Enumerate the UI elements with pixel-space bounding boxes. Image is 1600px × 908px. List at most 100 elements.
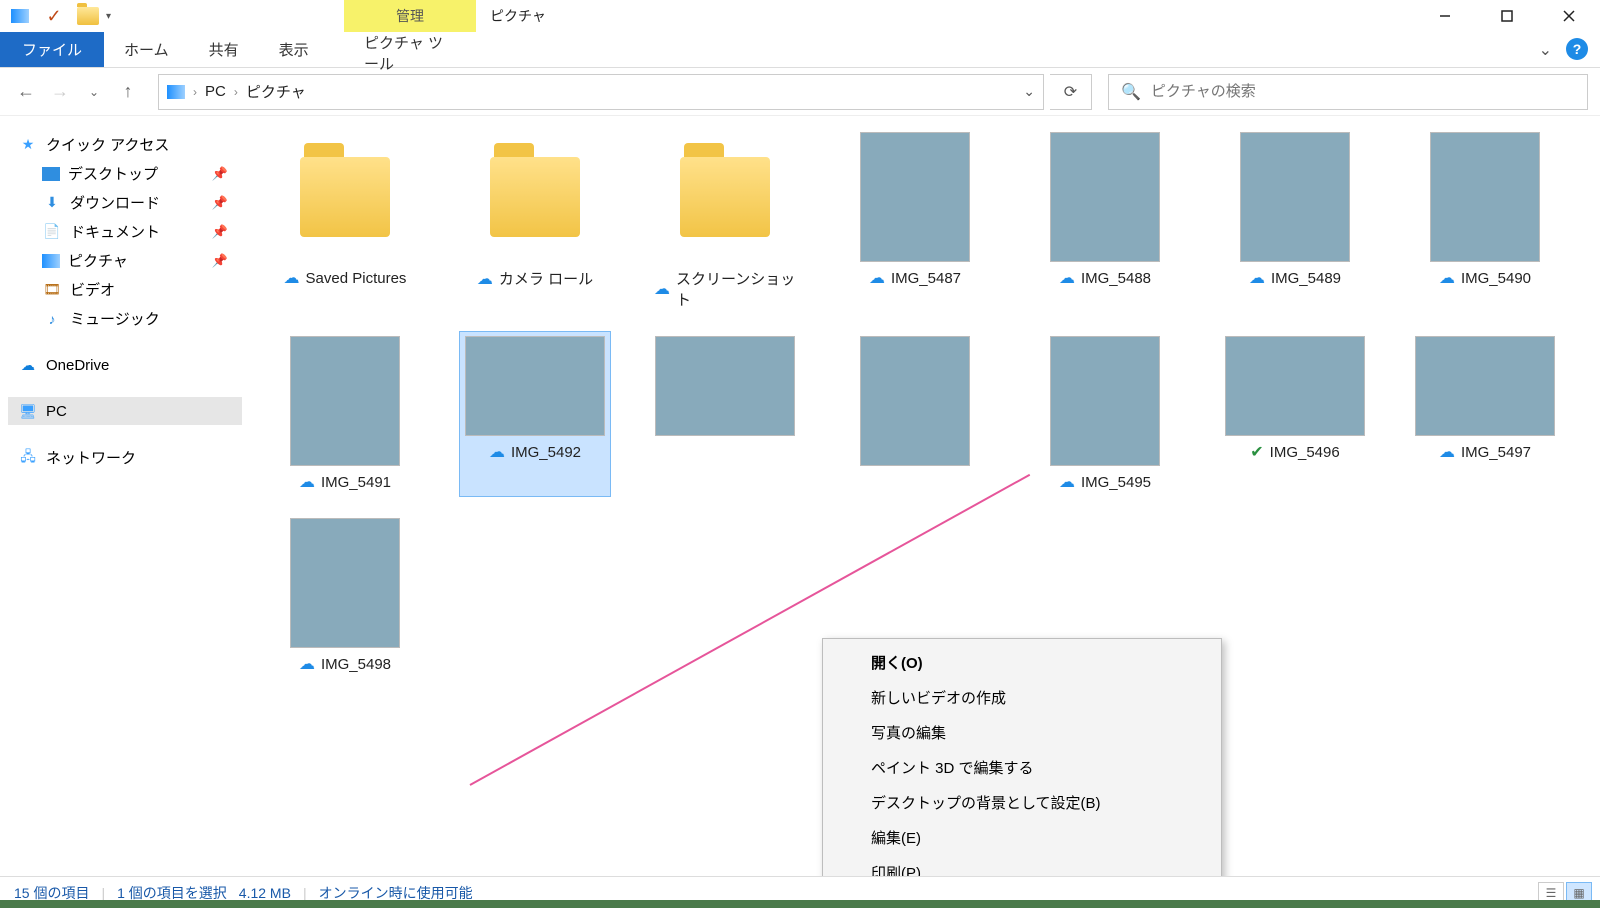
ribbon-tabs: ファイル ホーム 共有 表示 ピクチャ ツール ⌄ ? xyxy=(0,32,1600,68)
tab-view[interactable]: 表示 xyxy=(259,32,329,67)
sidebar-network[interactable]: 🖧ネットワーク xyxy=(8,443,242,472)
image-item[interactable]: ☁ IMG_5492 xyxy=(460,332,610,496)
image-item[interactable]: ☁ IMG_5497 xyxy=(1410,332,1560,496)
sidebar-videos[interactable]: 🎞ビデオ xyxy=(8,275,242,304)
sidebar-label: ミュージック xyxy=(70,308,160,329)
context-menu-label: デスクトップの背景として設定(B) xyxy=(871,792,1101,813)
up-button[interactable]: ↑ xyxy=(114,78,142,106)
image-item[interactable] xyxy=(840,332,990,496)
close-button[interactable] xyxy=(1538,0,1600,32)
sidebar-label: OneDrive xyxy=(46,357,109,374)
cloud-icon: ☁ xyxy=(1439,442,1455,462)
image-item[interactable]: ☁IMG_5487 xyxy=(840,128,990,314)
pin-icon: 📌 xyxy=(212,224,228,240)
cloud-icon: ☁ xyxy=(1059,472,1075,492)
desktop-icon xyxy=(42,167,60,181)
sidebar-pc[interactable]: 🖥 PC xyxy=(8,397,242,425)
context-menu-item[interactable]: 新しいビデオの作成 xyxy=(823,680,1221,715)
breadcrumb-pc[interactable]: PC xyxy=(205,83,226,100)
context-menu-item[interactable]: 編集(E) xyxy=(823,820,1221,855)
cloud-icon: ☁ xyxy=(1249,268,1265,288)
address-dropdown-icon[interactable]: ⌄ xyxy=(1023,83,1035,100)
tab-file[interactable]: ファイル xyxy=(0,32,104,67)
item-label: IMG_5489 xyxy=(1271,270,1341,287)
image-item[interactable]: ☁IMG_5498 xyxy=(270,514,420,678)
item-label: IMG_5498 xyxy=(321,656,391,673)
sidebar-quick-access[interactable]: ★クイック アクセス xyxy=(8,130,242,159)
search-input[interactable] xyxy=(1151,83,1575,100)
tab-home[interactable]: ホーム xyxy=(104,32,189,67)
sidebar-label: PC xyxy=(46,403,67,420)
folder-item[interactable]: ☁カメラ ロール xyxy=(460,128,610,314)
contextual-tab-header: 管理 xyxy=(344,0,476,32)
address-folder-icon xyxy=(167,85,185,99)
content-pane[interactable]: ☁Saved Pictures☁カメラ ロール☁スクリーンショット☁IMG_54… xyxy=(250,116,1600,876)
address-bar[interactable]: › PC › ピクチャ ⌄ xyxy=(158,74,1044,110)
item-label: IMG_5491 xyxy=(321,474,391,491)
tab-picture-tools[interactable]: ピクチャ ツール xyxy=(344,32,476,74)
context-menu: 開く(O)新しいビデオの作成写真の編集ペイント 3D で編集するデスクトップの背… xyxy=(822,638,1222,876)
context-menu-label: 編集(E) xyxy=(871,827,921,848)
context-menu-label: ペイント 3D で編集する xyxy=(871,757,1034,778)
cloud-icon: ☁ xyxy=(1439,268,1455,288)
image-item[interactable]: ☁IMG_5495 xyxy=(1030,332,1180,496)
qat-folder-icon[interactable] xyxy=(74,2,102,30)
app-icon[interactable] xyxy=(6,2,34,30)
sidebar-downloads[interactable]: ⬇ ダウンロード 📌 xyxy=(8,188,242,217)
sidebar-documents[interactable]: 📄ドキュメント📌 xyxy=(8,217,242,246)
qat-dropdown-icon[interactable]: ▾ xyxy=(106,11,111,22)
folder-item[interactable]: ☁Saved Pictures xyxy=(270,128,420,314)
maximize-button[interactable] xyxy=(1476,0,1538,32)
context-menu-item[interactable]: ペイント 3D で編集する xyxy=(823,750,1221,785)
qat-properties-icon[interactable]: ✓ xyxy=(40,2,68,30)
cloud-icon: ☁ xyxy=(654,279,670,299)
sidebar-pictures[interactable]: ピクチャ📌 xyxy=(8,246,242,275)
search-box[interactable]: 🔍 xyxy=(1108,74,1588,110)
cloud-icon: ☁ xyxy=(18,355,38,375)
breadcrumb-sep-icon[interactable]: › xyxy=(193,85,197,99)
folder-item[interactable]: ☁スクリーンショット xyxy=(650,128,800,314)
status-size: 4.12 MB xyxy=(239,885,291,901)
item-label: Saved Pictures xyxy=(306,270,407,287)
quick-access-toolbar: ✓ ▾ xyxy=(0,0,111,32)
item-label: IMG_5497 xyxy=(1461,444,1531,461)
sidebar-desktop[interactable]: デスクトップ📌 xyxy=(8,159,242,188)
image-item[interactable]: ✔IMG_5496 xyxy=(1220,332,1370,496)
help-icon[interactable]: ? xyxy=(1566,38,1588,60)
recent-dropdown-icon[interactable]: ⌄ xyxy=(80,78,108,106)
tab-share[interactable]: 共有 xyxy=(189,32,259,67)
minimize-button[interactable] xyxy=(1414,0,1476,32)
item-label: カメラ ロール xyxy=(499,268,593,289)
image-item[interactable]: ☁ IMG_5489 xyxy=(1220,128,1370,314)
image-item[interactable]: ☁ IMG_5490 xyxy=(1410,128,1560,314)
download-icon: ⬇ xyxy=(42,193,62,213)
ribbon-expand-icon[interactable]: ⌄ xyxy=(1539,40,1552,60)
search-icon: 🔍 xyxy=(1121,82,1141,102)
breadcrumb-sep-icon[interactable]: › xyxy=(234,85,238,99)
sidebar-label: クイック アクセス xyxy=(46,134,169,155)
image-item[interactable]: ☁IMG_5491 xyxy=(270,332,420,496)
back-button[interactable]: ← xyxy=(12,78,40,106)
cloud-icon: ☁ xyxy=(489,442,505,462)
pin-icon: 📌 xyxy=(212,195,228,211)
synced-icon: ✔ xyxy=(1250,442,1263,462)
image-item[interactable]: ☁IMG_5488 xyxy=(1030,128,1180,314)
sidebar-label: ダウンロード xyxy=(70,192,160,213)
context-menu-item[interactable]: 開く(O) xyxy=(823,645,1221,680)
item-label: IMG_5492 xyxy=(511,444,581,461)
pc-icon: 🖥 xyxy=(18,401,38,421)
context-menu-item[interactable]: デスクトップの背景として設定(B) xyxy=(823,785,1221,820)
picture-icon xyxy=(42,254,60,268)
bottom-accent-bar xyxy=(0,900,1600,908)
image-item[interactable] xyxy=(650,332,800,496)
video-icon: 🎞 xyxy=(42,280,62,300)
item-label: IMG_5490 xyxy=(1461,270,1531,287)
forward-button[interactable]: → xyxy=(46,78,74,106)
context-menu-item[interactable]: 写真の編集 xyxy=(823,715,1221,750)
breadcrumb-pictures[interactable]: ピクチャ xyxy=(246,81,306,102)
refresh-button[interactable]: ⟳ xyxy=(1050,74,1092,110)
context-menu-item[interactable]: 印刷(P) xyxy=(823,855,1221,876)
sidebar-label: デスクトップ xyxy=(68,163,158,184)
sidebar-music[interactable]: ♪ミュージック xyxy=(8,304,242,333)
sidebar-onedrive[interactable]: ☁ OneDrive xyxy=(8,351,242,379)
